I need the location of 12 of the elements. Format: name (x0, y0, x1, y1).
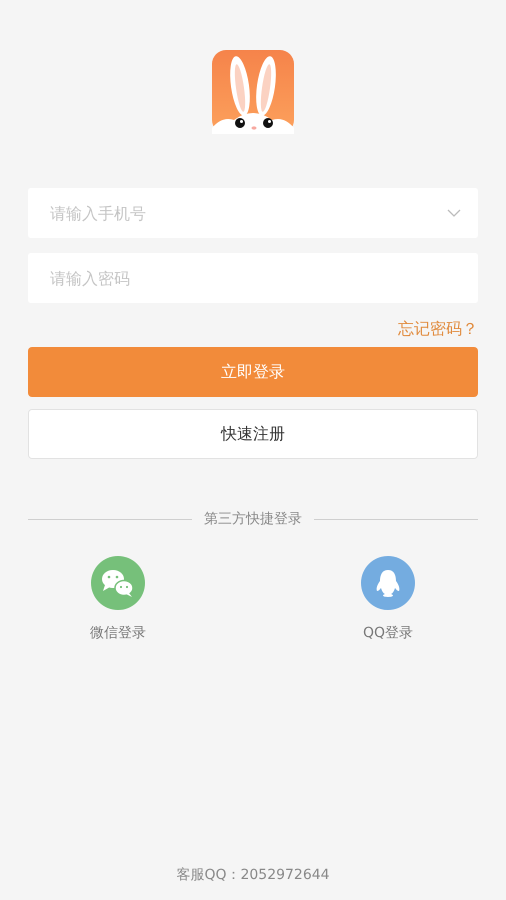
chevron-down-icon[interactable] (447, 209, 461, 217)
register-button[interactable]: 快速注册 (28, 409, 478, 459)
social-login-label[interactable]: 微信登录 (90, 623, 146, 644)
phone-field[interactable]: 请输入手机号 (28, 188, 478, 238)
penguin-icon[interactable] (361, 555, 415, 611)
password-field[interactable]: 请输入密码 (28, 253, 478, 303)
login-button[interactable]: 立即登录 (28, 347, 478, 397)
support-qq-text: 客服QQ：2052972644 (176, 867, 330, 883)
forgot-password-link[interactable]: 忘记密码？ (398, 317, 478, 341)
chat-bubbles-icon[interactable] (91, 555, 145, 611)
third-party-login-title: 第三方快捷登录 (204, 510, 302, 529)
social-login-label[interactable]: QQ登录 (362, 623, 414, 644)
